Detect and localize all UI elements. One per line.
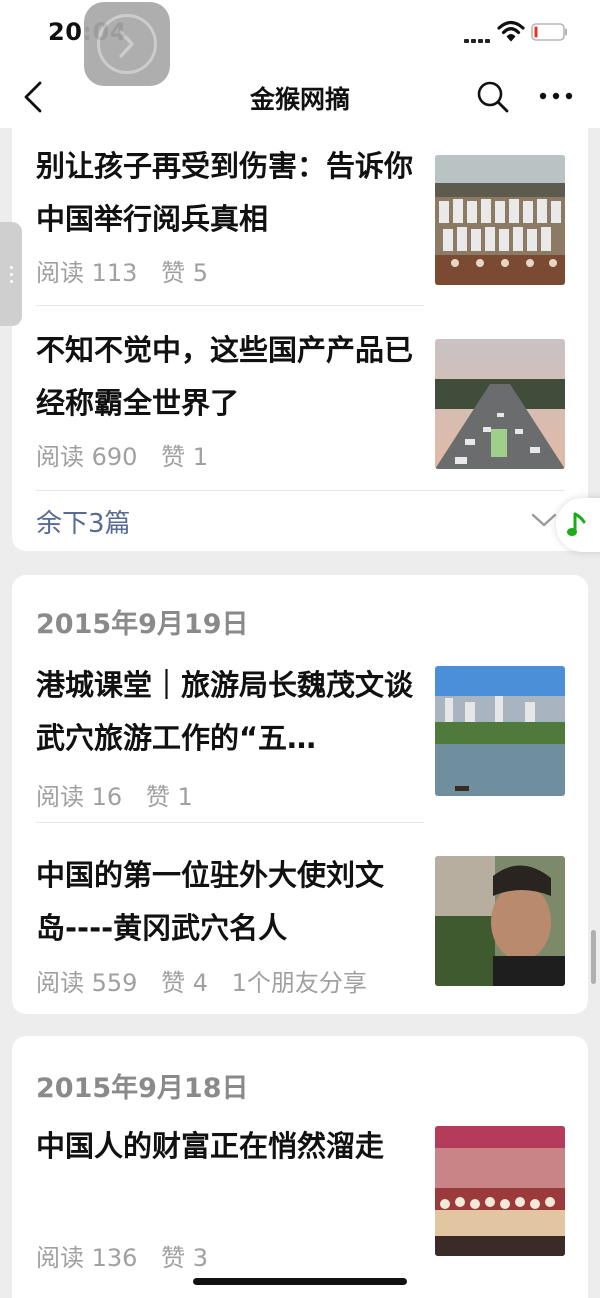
date-header: 2015年9月18日	[36, 1073, 249, 1104]
list-item[interactable]: 港城课堂｜旅游局长魏茂文谈武穴旅游工作的“五… 阅读 16 赞 1	[36, 659, 565, 812]
like-count: 赞 3	[161, 1244, 208, 1272]
read-count: 阅读 690	[36, 443, 138, 471]
divider	[36, 305, 424, 306]
wifi-icon	[497, 20, 525, 42]
article-meta: 阅读 559 赞 4 1个朋友分享	[36, 963, 383, 998]
search-icon[interactable]	[476, 80, 510, 114]
list-item[interactable]: 不知不觉中，这些国产产品已经称霸全世界了 阅读 690 赞 1	[36, 324, 565, 474]
read-count: 阅读 16	[36, 783, 123, 811]
article-meta: 阅读 16 赞 1	[36, 777, 209, 812]
list-item[interactable]: 中国人的财富正在悄然溜走 阅读 136 赞 3	[36, 1120, 565, 1273]
article-thumbnail[interactable]	[435, 155, 565, 285]
show-more-link[interactable]: 余下3篇	[36, 503, 131, 540]
music-note-icon	[567, 512, 586, 536]
article-title[interactable]: 不知不觉中，这些国产产品已经称霸全世界了	[36, 324, 416, 430]
divider	[36, 490, 564, 491]
chevron-down-icon[interactable]	[530, 511, 558, 529]
chevron-right-icon	[119, 30, 134, 58]
divider	[36, 822, 424, 823]
article-meta: 阅读 113 赞 5	[36, 253, 224, 288]
list-item[interactable]: 中国的第一位驻外大使刘文岛----黄冈武穴名人 阅读 559 赞 4 1个朋友分…	[36, 849, 565, 999]
article-title[interactable]: 别让孩子再受到伤害：告诉你中国举行阅兵真相	[36, 140, 416, 246]
battery-icon	[531, 23, 567, 41]
page-title: 金猴网摘	[249, 85, 350, 114]
article-group-card: 别让孩子再受到伤害：告诉你中国举行阅兵真相 阅读 113 赞 5 不知不觉中，这…	[12, 128, 588, 551]
article-thumbnail[interactable]	[435, 1126, 565, 1256]
side-drawer-handle[interactable]	[0, 222, 22, 326]
article-title[interactable]: 港城课堂｜旅游局长魏茂文谈武穴旅游工作的“五…	[36, 659, 416, 765]
article-title[interactable]: 中国的第一位驻外大使刘文岛----黄冈武穴名人	[36, 849, 416, 955]
article-group-card: 2015年9月19日 港城课堂｜旅游局长魏茂文谈武穴旅游工作的“五… 阅读 16…	[12, 575, 588, 1014]
like-count: 赞 1	[145, 783, 193, 811]
read-count: 阅读 113	[36, 259, 138, 287]
like-count: 赞 5	[161, 259, 208, 287]
article-meta: 阅读 690 赞 1	[36, 437, 224, 472]
date-header: 2015年9月19日	[36, 609, 249, 640]
article-meta: 阅读 136 赞 3	[36, 1238, 224, 1273]
floating-window-button[interactable]	[84, 2, 170, 86]
article-thumbnail[interactable]	[435, 666, 565, 796]
article-title[interactable]: 中国人的财富正在悄然溜走	[36, 1120, 416, 1173]
home-indicator[interactable]	[193, 1278, 407, 1285]
list-item[interactable]: 别让孩子再受到伤害：告诉你中国举行阅兵真相 阅读 113 赞 5	[36, 140, 565, 290]
share-count: 1个朋友分享	[231, 969, 367, 997]
article-thumbnail[interactable]	[435, 856, 565, 986]
read-count: 阅读 559	[36, 969, 138, 997]
more-icon[interactable]	[538, 82, 574, 110]
like-count: 赞 4	[161, 969, 208, 997]
scrollbar[interactable]	[591, 930, 596, 984]
article-thumbnail[interactable]	[435, 339, 565, 469]
read-count: 阅读 136	[36, 1244, 138, 1272]
signal-icon	[464, 33, 492, 43]
like-count: 赞 1	[161, 443, 208, 471]
article-list[interactable]: 别让孩子再受到伤害：告诉你中国举行阅兵真相 阅读 113 赞 5 不知不觉中，这…	[0, 128, 600, 1298]
article-group-card: 2015年9月18日 中国人的财富正在悄然溜走 阅读 136 赞 3	[12, 1036, 588, 1298]
